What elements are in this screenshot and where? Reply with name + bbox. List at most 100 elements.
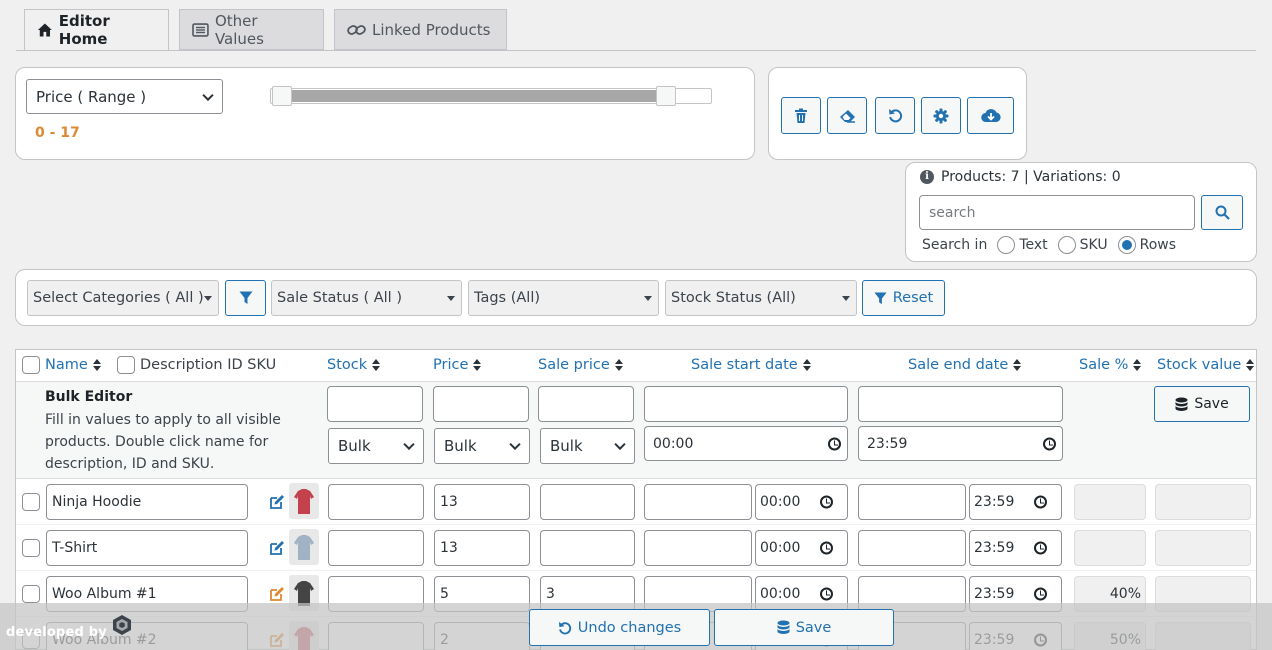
- delete-button[interactable]: [781, 97, 821, 134]
- clock-icon: [820, 587, 833, 601]
- bulk-help-line: description, ID and SKU.: [45, 456, 215, 472]
- tags-select-label: Tags (All): [474, 290, 541, 306]
- sale-start-date-input[interactable]: [644, 484, 752, 520]
- radio-sku[interactable]: [1057, 236, 1076, 254]
- sort-price-header[interactable]: Price: [433, 357, 482, 373]
- sort-icon: [802, 359, 811, 371]
- sort-name-header[interactable]: Name: [45, 357, 101, 373]
- edit-icon[interactable]: [269, 540, 285, 556]
- edit-icon[interactable]: [269, 494, 285, 510]
- stock-input[interactable]: [328, 484, 424, 520]
- search-input[interactable]: search: [919, 195, 1195, 230]
- price-range-text: 0 - 17: [35, 125, 80, 141]
- clock-icon: [1034, 587, 1047, 601]
- clock-icon: [820, 541, 833, 555]
- slider-handle-max[interactable]: [656, 86, 676, 106]
- price-range-slider[interactable]: [270, 86, 712, 106]
- sort-stock-value-header[interactable]: Stock value: [1157, 357, 1255, 373]
- row-checkbox[interactable]: [22, 493, 40, 511]
- row-checkbox[interactable]: [22, 539, 40, 557]
- sort-stock-header[interactable]: Stock: [327, 357, 381, 373]
- description-header: Description ID SKU: [140, 357, 277, 373]
- stock-status-select[interactable]: Stock Status (All): [665, 280, 857, 316]
- apply-category-filter-button[interactable]: [225, 280, 266, 316]
- tab-other-values[interactable]: Other Values: [179, 9, 324, 50]
- bulk-sale-start-input[interactable]: [644, 386, 848, 422]
- show-description-checkbox[interactable]: [117, 356, 135, 374]
- product-counts-text: Products: 7 | Variations: 0: [941, 169, 1121, 185]
- sort-icon: [372, 359, 381, 371]
- reset-filters-button[interactable]: Reset: [862, 280, 945, 316]
- price-input[interactable]: 13: [434, 530, 530, 566]
- bulk-stock-input[interactable]: [327, 386, 423, 422]
- categories-select-label: Select Categories ( All ): [33, 290, 204, 306]
- sort-sale-start-header[interactable]: Sale start date: [691, 357, 811, 373]
- sale-start-time-input[interactable]: 00:00: [755, 530, 848, 566]
- sale-status-select-label: Sale Status ( All ): [277, 290, 402, 306]
- bulk-stock-mode-select[interactable]: Bulk: [328, 428, 424, 464]
- export-button[interactable]: [967, 97, 1014, 134]
- bulk-price-input[interactable]: [433, 386, 529, 422]
- header-label: Sale start date: [691, 357, 798, 373]
- undo-button[interactable]: [875, 97, 915, 134]
- sale-start-date-input[interactable]: [644, 530, 752, 566]
- sort-icon: [1246, 359, 1255, 371]
- chevron-down-icon: [614, 438, 626, 451]
- bulk-help-line: Fill in values to apply to all visible: [45, 412, 281, 428]
- sale-start-time-input[interactable]: 00:00: [755, 484, 848, 520]
- sale-end-date-input[interactable]: [858, 530, 966, 566]
- sale-status-select[interactable]: Sale Status ( All ): [271, 280, 462, 316]
- sale-price-input[interactable]: [540, 484, 635, 520]
- settings-button[interactable]: [921, 97, 961, 134]
- radio-rows[interactable]: [1117, 236, 1136, 254]
- header-label: Stock: [327, 357, 368, 373]
- search-icon: [1215, 205, 1230, 220]
- price-filter-select[interactable]: Price ( Range ): [26, 79, 223, 114]
- categories-select[interactable]: Select Categories ( All ): [27, 280, 219, 316]
- bulk-sale-price-mode-select[interactable]: Bulk: [540, 428, 635, 464]
- clock-icon: [1043, 437, 1056, 450]
- list-icon: [192, 22, 209, 37]
- header-label: Sale end date: [908, 357, 1009, 373]
- bulk-mode-label: Bulk: [444, 437, 477, 455]
- bulk-start-time-input[interactable]: 00:00: [644, 426, 848, 461]
- bulk-save-button[interactable]: Save: [1154, 386, 1250, 422]
- tab-linked-products[interactable]: Linked Products: [334, 9, 507, 50]
- bulk-price-mode-select[interactable]: Bulk: [434, 428, 530, 464]
- sale-end-date-input[interactable]: [858, 484, 966, 520]
- sort-sale-percent-header[interactable]: Sale %: [1079, 357, 1142, 373]
- slider-handle-min[interactable]: [272, 86, 292, 106]
- chevron-down-icon: [509, 438, 521, 451]
- tags-select[interactable]: Tags (All): [468, 280, 659, 316]
- sort-sale-end-header[interactable]: Sale end date: [908, 357, 1022, 373]
- clear-button[interactable]: [827, 97, 867, 134]
- edit-icon[interactable]: [269, 586, 285, 602]
- sale-end-time-input[interactable]: 23:59: [969, 484, 1062, 520]
- save-button[interactable]: Save: [714, 609, 894, 646]
- tab-editor-home[interactable]: Editor Home: [24, 9, 169, 51]
- bulk-sale-price-input[interactable]: [538, 386, 634, 422]
- search-button[interactable]: [1201, 195, 1243, 230]
- clock-icon: [1034, 495, 1047, 509]
- select-all-checkbox[interactable]: [22, 356, 40, 374]
- radio-text[interactable]: [997, 236, 1016, 254]
- undo-changes-button[interactable]: Undo changes: [529, 609, 710, 646]
- caret-down-icon: [447, 296, 455, 301]
- time-value: 23:59: [974, 586, 1015, 602]
- product-counts: i Products: 7 | Variations: 0: [920, 169, 1121, 185]
- search-in-label: Search in: [922, 237, 988, 253]
- bulk-sale-end-input[interactable]: [858, 386, 1063, 422]
- row-checkbox[interactable]: [22, 585, 40, 603]
- sale-price-input[interactable]: [540, 530, 635, 566]
- product-name-input[interactable]: Ninja Hoodie: [46, 484, 248, 520]
- price-input[interactable]: 13: [434, 484, 530, 520]
- bulk-end-time-input[interactable]: 23:59: [858, 426, 1063, 461]
- product-name-input[interactable]: T-Shirt: [46, 530, 248, 566]
- product-thumbnail: [289, 529, 319, 565]
- stock-input[interactable]: [328, 530, 424, 566]
- time-value: 00:00: [760, 540, 801, 556]
- sale-end-time-input[interactable]: 23:59: [969, 530, 1062, 566]
- tab-label: Editor Home: [58, 12, 110, 48]
- stock-status-select-label: Stock Status (All): [671, 290, 796, 306]
- sort-sale-price-header[interactable]: Sale price: [538, 357, 623, 373]
